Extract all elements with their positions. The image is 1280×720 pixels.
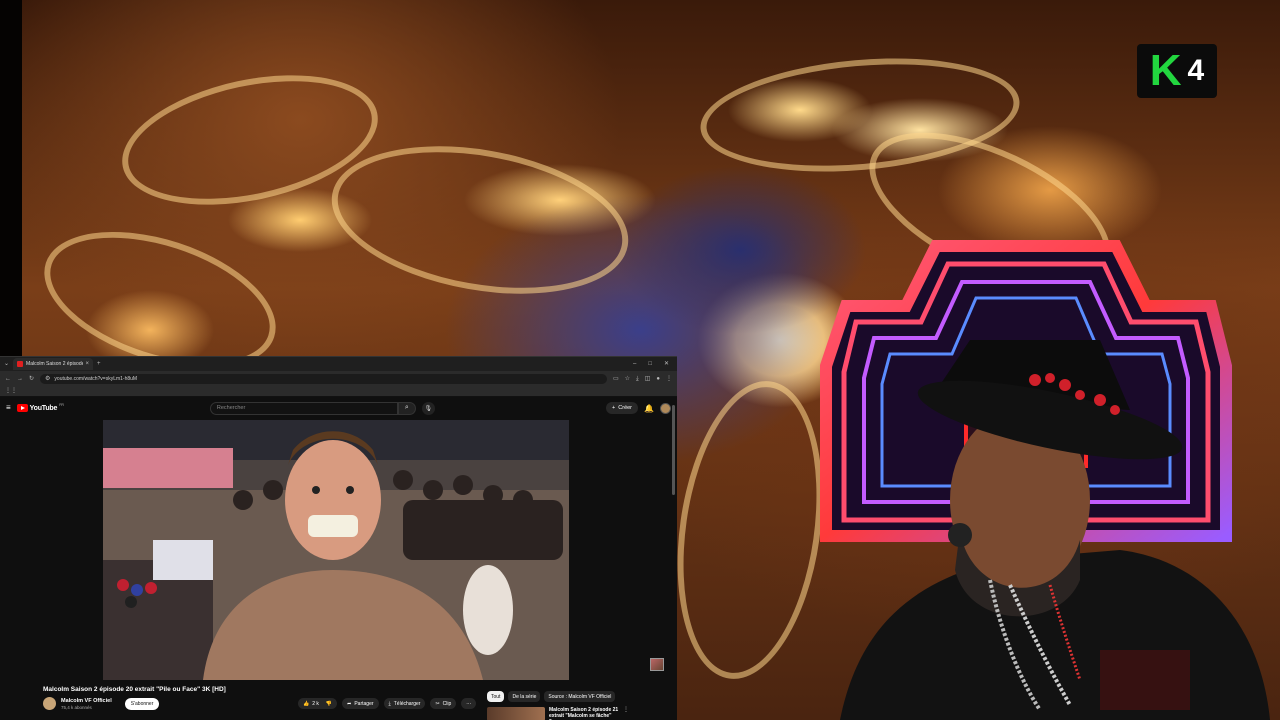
download-arrow-icon: ⤓ [388,700,391,707]
logo-letter: K [1149,46,1182,95]
channel-logo: K 4 [1137,44,1217,98]
streamer-webcam [840,340,1270,720]
recommendation-title: Malcolm Saison 2 épisode 21 extrait "Mal… [549,707,619,720]
search-icon: ⌕ [404,404,409,411]
page-scrollbar[interactable] [672,405,675,495]
microphone-icon: 🎙 [424,405,433,412]
search-placeholder: Rechercher [216,405,246,411]
more-icon: ··· [466,700,472,707]
url-field[interactable]: ⚙ youtube.com/watch?v=skyLm1-h8uM [40,373,607,384]
channel-avatar[interactable] [43,697,56,710]
video-frame [103,420,569,680]
like-count: 2 k [312,700,319,707]
browser-menu-icon[interactable]: ⋮ [666,376,672,382]
video-title: Malcolm Saison 2 épisode 20 extrait "Pil… [43,686,226,693]
youtube-logo[interactable]: YouTube FR [16,403,64,412]
tab-strip: ⌄ Malcolm Saison 2 épisode × + – □ ✕ [0,357,677,371]
logo-number: 4 [1187,54,1205,87]
cast-icon[interactable]: ▭ [613,376,619,382]
subscribe-button[interactable]: S'abonner [124,697,160,710]
youtube-play-icon [16,404,28,412]
recommendation-thumbnail [487,707,545,720]
profile-icon[interactable]: ● [656,376,660,382]
back-icon[interactable]: ← [5,376,11,382]
stream-frame: K 4 ⌄ Malcolm Saison 2 épisode × + – □ ✕… [0,0,1280,720]
chip-all[interactable]: Tout [487,691,505,702]
bookmark-star-icon[interactable]: ☆ [625,376,630,382]
tab-close-icon[interactable]: × [86,361,90,367]
search-input[interactable]: Rechercher [209,401,398,415]
plus-icon: + [612,405,616,411]
browser-tab[interactable]: Malcolm Saison 2 épisode × [13,358,94,370]
filter-chips: Tout De la série Source : Malcolm VF Off… [487,691,616,702]
forward-icon[interactable]: → [17,376,23,382]
apps-grid-icon[interactable]: ⋮⋮ [5,388,17,394]
clip-button[interactable]: ✂ Clip [430,698,457,709]
tab-search-icon[interactable]: ⌄ [4,361,9,367]
window-close-icon[interactable]: ✕ [664,361,669,367]
tab-title: Malcolm Saison 2 épisode [26,361,83,367]
notifications-bell-icon[interactable]: 🔔 [644,404,654,413]
reload-icon[interactable]: ↻ [29,376,34,382]
minimize-icon[interactable]: – [633,361,636,367]
channel-info: Malcolm VF Officiel 75,4 k abonnés [61,698,112,710]
chip-series[interactable]: De la série [508,691,541,702]
download-label: Télécharger [393,700,421,707]
action-bar: 👍 2 k 👎 ➦ Partager ⤓ Télécharger ✂ Clip … [298,698,477,709]
region-code: FR [59,403,64,407]
download-button[interactable]: ⤓ Télécharger [383,698,426,709]
share-icon: ➦ [347,700,352,707]
more-actions-button[interactable]: ··· [461,698,477,709]
bookmarks-bar: ⋮⋮ [0,386,677,397]
create-button[interactable]: + Créer [606,402,639,414]
thumb-up-icon: 👍 [303,700,310,707]
subscriber-count: 75,4 k abonnés [61,704,92,710]
search-button[interactable]: ⌕ [397,401,416,415]
new-tab-button[interactable]: + [97,361,101,367]
share-label: Partager [354,700,374,707]
create-label: Créer [618,405,633,411]
maximize-icon[interactable]: □ [648,361,652,367]
address-bar: ← → ↻ ⚙ youtube.com/watch?v=skyLm1-h8uM … [0,371,677,386]
youtube-header: ≡ YouTube FR Rechercher ⌕ 🎙 + Créer 🔔 [0,397,677,419]
browser-window: ⌄ Malcolm Saison 2 épisode × + – □ ✕ ← →… [0,356,677,720]
scissors-icon: ✂ [435,700,440,707]
clip-label: Clip [442,700,452,707]
channel-name[interactable]: Malcolm VF Officiel [61,698,112,704]
menu-hamburger-icon[interactable]: ≡ [6,404,11,412]
window-controls: – □ ✕ [633,361,677,367]
site-info-icon[interactable]: ⚙ [45,376,50,382]
miniplayer-thumbnail[interactable] [650,658,664,671]
url-text: youtube.com/watch?v=skyLm1-h8uM [54,375,138,382]
chip-source[interactable]: Source : Malcolm VF Officiel [544,691,616,702]
thumb-down-icon[interactable]: 👎 [326,701,332,707]
youtube-wordmark: YouTube [29,404,58,412]
owner-row: Malcolm VF Officiel 75,4 k abonnés S'abo… [43,697,160,710]
youtube-favicon-icon [17,361,24,367]
download-icon[interactable]: ⤓ [636,376,639,382]
share-button[interactable]: ➦ Partager [342,698,379,709]
recommendation-item[interactable]: Malcolm Saison 2 épisode 21 extrait "Mal… [487,707,629,720]
voice-search-button[interactable]: 🎙 [421,401,435,415]
recommendation-menu-icon[interactable]: ⋮ [623,707,629,720]
user-avatar[interactable] [660,402,671,414]
video-player[interactable] [103,420,569,680]
like-button[interactable]: 👍 2 k 👎 [298,698,338,709]
extensions-icon[interactable]: ◫ [645,376,651,382]
